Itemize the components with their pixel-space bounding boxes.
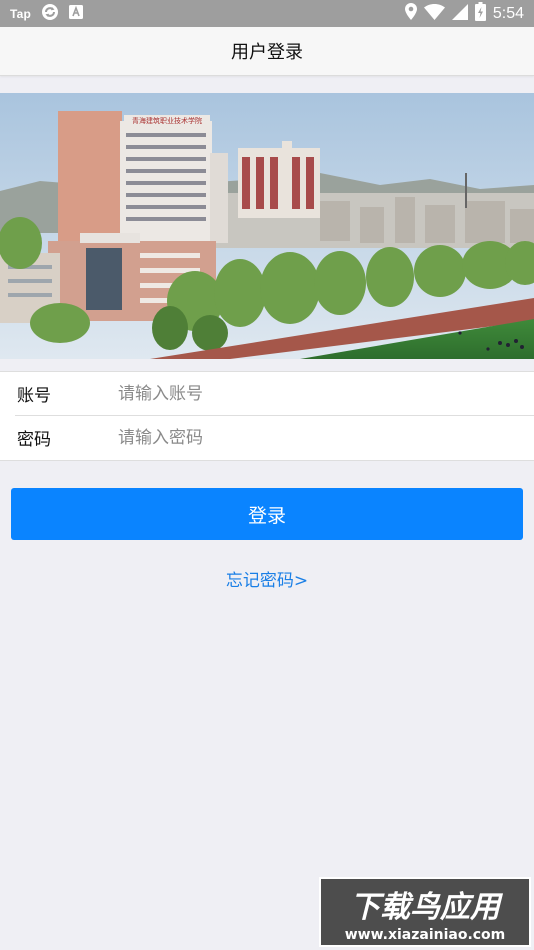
login-button[interactable]: 登录 xyxy=(11,488,523,540)
status-bar-left: Tap xyxy=(10,3,84,25)
account-row: 账号 xyxy=(0,372,534,415)
a-notification-icon xyxy=(69,4,84,23)
campus-banner-image: 青海建筑职业技术学院 xyxy=(0,93,534,359)
app-label: Tap xyxy=(10,6,32,21)
battery-charging-icon xyxy=(474,2,486,25)
login-form: 账号 密码 xyxy=(0,371,534,461)
campus-photo: 青海建筑职业技术学院 xyxy=(0,93,534,359)
watermark-logo: 下载鸟应用 www.xiazainiao.com xyxy=(319,877,531,947)
password-row: 密码 xyxy=(15,415,534,459)
building-sign-text: 青海建筑职业技术学院 xyxy=(132,116,202,125)
wifi-icon xyxy=(423,3,445,24)
sync-icon xyxy=(41,3,59,25)
forgot-password-link[interactable]: 忘记密码> xyxy=(0,566,534,591)
watermark-title: 下载鸟应用 xyxy=(350,890,504,925)
clock: 5:54 xyxy=(492,4,524,22)
watermark-url: www.xiazainiao.com xyxy=(345,927,506,943)
nav-bar: 用户登录 xyxy=(0,27,534,76)
page-title: 用户登录 xyxy=(231,42,303,63)
password-input[interactable] xyxy=(118,422,498,453)
status-bar: Tap 5:54 xyxy=(0,0,534,27)
account-input[interactable] xyxy=(118,378,498,409)
password-label: 密码 xyxy=(17,430,51,450)
cellular-icon xyxy=(451,3,468,24)
location-icon xyxy=(404,3,417,24)
account-label: 账号 xyxy=(17,386,51,406)
status-bar-right: 5:54 xyxy=(404,2,524,25)
